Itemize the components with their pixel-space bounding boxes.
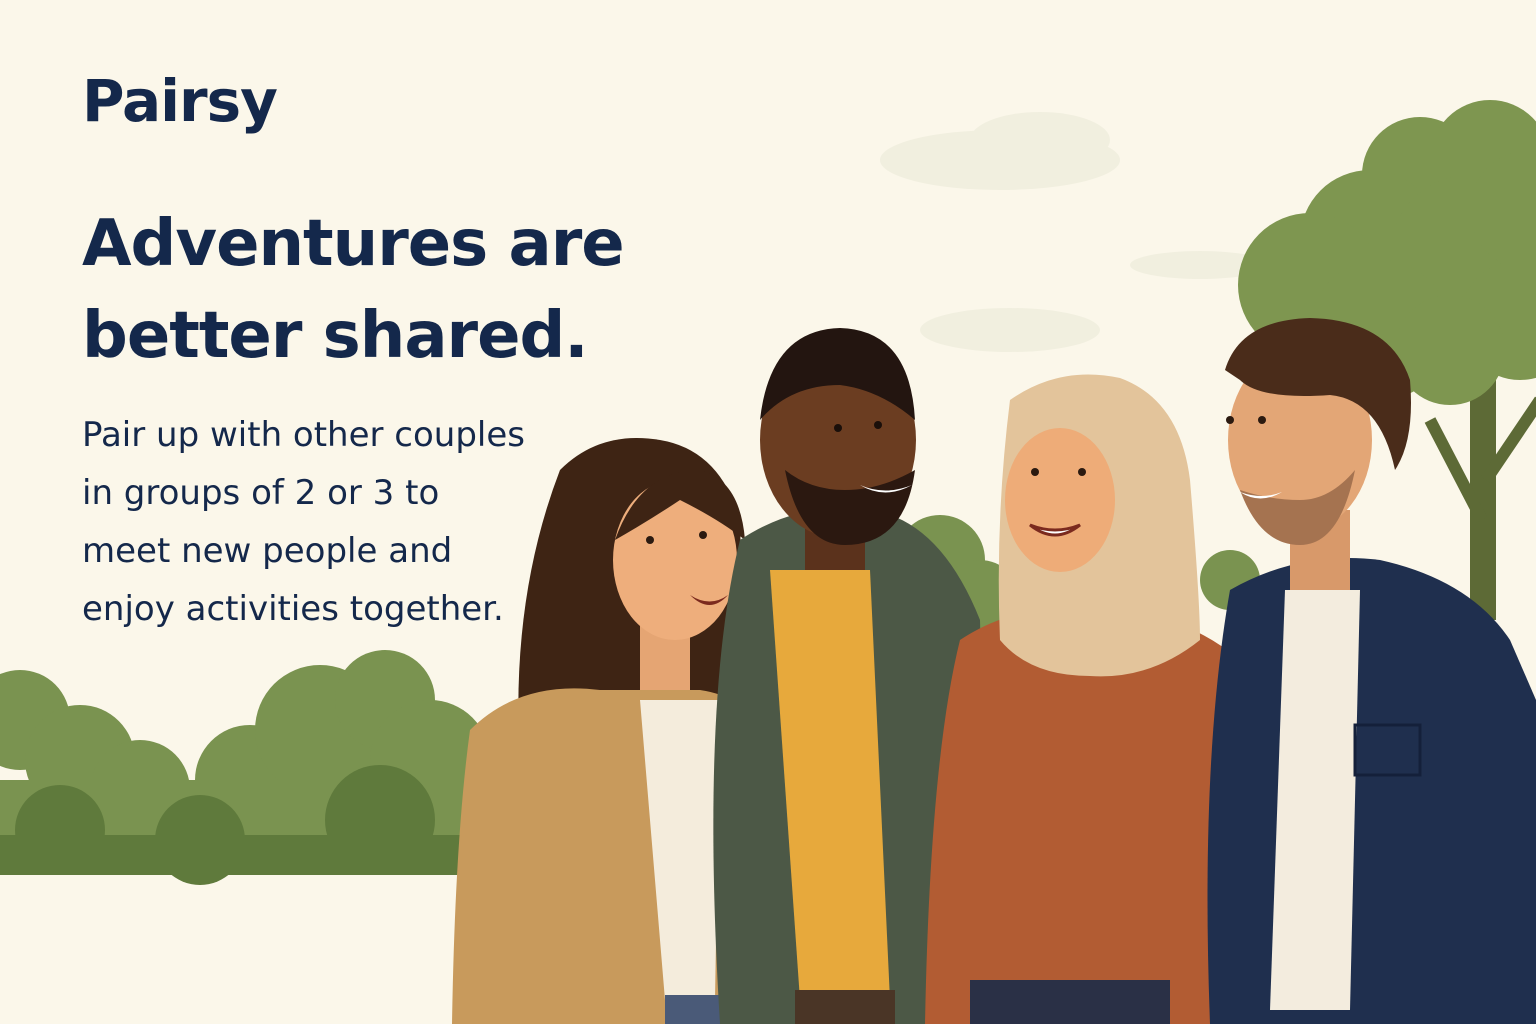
hero-text: Pairsy Adventures are better shared. Pai…	[82, 60, 702, 638]
headline-line: Adventures are	[82, 206, 625, 281]
subtext-line: Pair up with other couples	[82, 414, 526, 455]
headline-line: better shared.	[82, 298, 589, 373]
hero-headline: Adventures are better shared.	[82, 198, 702, 382]
cloud-decoration	[880, 112, 1270, 352]
brand-logo[interactable]: Pairsy	[82, 69, 702, 134]
subtext-line: in groups of 2 or 3 to	[82, 472, 440, 513]
subtext-line: meet new people and	[82, 530, 453, 571]
subtext-line: enjoy activities together.	[82, 588, 504, 629]
hero-subtext: Pair up with other couples in groups of …	[82, 406, 552, 638]
